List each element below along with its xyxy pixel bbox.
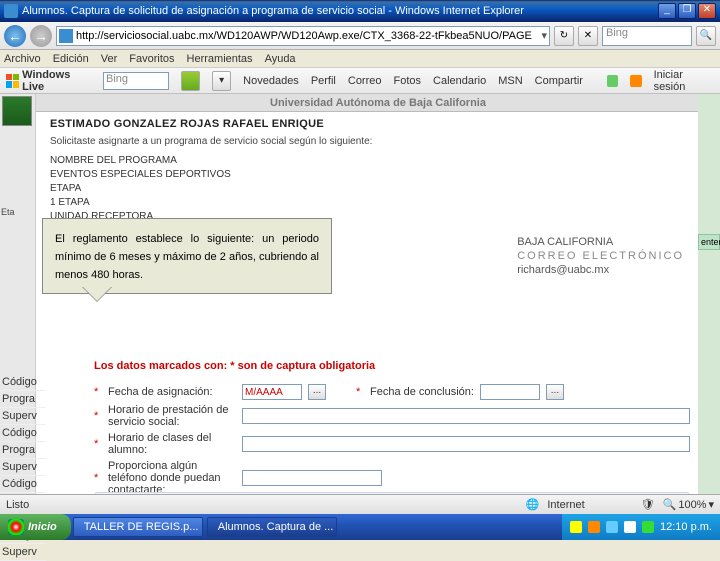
forward-button[interactable]: →	[30, 25, 52, 47]
stop-button[interactable]: ✕	[578, 26, 598, 46]
tray-icon[interactable]	[642, 521, 654, 533]
live-msn[interactable]: MSN	[498, 75, 522, 87]
clock: 12:10 p.m.	[660, 521, 712, 533]
required-star: *	[94, 386, 102, 398]
menu-favoritos[interactable]: Favoritos	[129, 53, 174, 65]
tray-icon[interactable]	[606, 521, 618, 533]
fecha-asig-input[interactable]	[242, 384, 302, 400]
address-bar[interactable]: ▾	[56, 26, 550, 46]
url-input[interactable]	[76, 30, 541, 42]
horario-clases-label: Horario de clases del alumno:	[108, 432, 236, 456]
etapa-value: 1 ETAPA	[50, 197, 706, 208]
favicon-icon	[59, 29, 73, 43]
back-button[interactable]: ←	[4, 25, 26, 47]
horario-serv-label: Horario de prestación de servicio social…	[108, 404, 236, 428]
tray-icon[interactable]	[624, 521, 636, 533]
search-box[interactable]: Bing	[602, 26, 692, 46]
live-calendario[interactable]: Calendario	[433, 75, 486, 87]
live-search[interactable]: Bing	[103, 72, 169, 90]
horario-clases-input[interactable]	[242, 436, 690, 452]
start-button[interactable]: Inicio	[0, 514, 71, 540]
close-button[interactable]: ✕	[698, 3, 716, 19]
uabc-logo	[2, 96, 32, 126]
live-novedades[interactable]: Novedades	[243, 75, 299, 87]
ie-icon	[4, 4, 18, 18]
restore-button[interactable]: ❐	[678, 3, 696, 19]
horario-serv-input[interactable]	[242, 408, 690, 424]
menu-ver[interactable]: Ver	[101, 53, 118, 65]
live-compartir[interactable]: Compartir	[535, 75, 583, 87]
live-fotos[interactable]: Fotos	[394, 75, 422, 87]
program-name: EVENTOS ESPECIALES DEPORTIVOS	[50, 169, 706, 180]
fecha-asig-picker[interactable]: ...	[308, 384, 326, 400]
window-title: Alumnos. Captura de solicitud de asignac…	[22, 5, 658, 17]
windows-flag-icon	[8, 519, 24, 535]
tray-icon[interactable]	[588, 521, 600, 533]
status-internet: Internet	[547, 499, 584, 511]
menu-herramientas[interactable]: Herramientas	[187, 53, 253, 65]
program-name-label: NOMBRE DEL PROGRAMA	[50, 155, 706, 166]
status-listo: Listo	[6, 499, 29, 511]
globe-icon: 🌐	[526, 498, 540, 511]
mail-icon[interactable]	[630, 75, 641, 87]
share-icon[interactable]	[607, 75, 618, 87]
taskbar-doc[interactable]: TALLER DE REGIS.p...	[73, 517, 203, 537]
right-green-band: enter	[698, 94, 720, 540]
live-iniciar-sesion[interactable]: Iniciar sesión	[654, 69, 714, 93]
dropdown-icon[interactable]: ▾	[541, 29, 547, 42]
menu-archivo[interactable]: Archivo	[4, 53, 41, 65]
search-go-button[interactable]: 🔍	[696, 26, 716, 46]
fecha-asig-label: Fecha de asignación:	[108, 386, 236, 398]
student-name: ESTIMADO GONZALEZ ROJAS RAFAEL ENRIQUE	[50, 118, 706, 130]
menu-ayuda[interactable]: Ayuda	[265, 53, 296, 65]
refresh-button[interactable]: ↻	[554, 26, 574, 46]
fecha-con-label: Fecha de conclusión:	[370, 386, 474, 398]
windows-live-logo: Windows Live	[6, 69, 91, 93]
tray-icon[interactable]	[570, 521, 582, 533]
regulation-callout: El reglamento establece lo siguiente: un…	[42, 218, 332, 294]
right-info: BAJA CALIFORNIA CORREO ELECTRÓNICO richa…	[517, 234, 684, 278]
protected-mode-icon: 🛡	[641, 498, 655, 511]
required-fields-note: Los datos marcados con: * son de captura…	[94, 360, 375, 372]
live-search-button[interactable]	[181, 71, 200, 91]
left-eta: Eta	[0, 206, 35, 218]
taskbar-ie[interactable]: Alumnos. Captura de ...	[207, 517, 337, 537]
fecha-con-input[interactable]	[480, 384, 540, 400]
minimize-button[interactable]: _	[658, 3, 676, 19]
fecha-con-picker[interactable]: ...	[546, 384, 564, 400]
live-correo[interactable]: Correo	[348, 75, 382, 87]
telefono-input[interactable]	[242, 470, 382, 486]
live-perfil[interactable]: Perfil	[311, 75, 336, 87]
right-tab[interactable]: enter	[698, 234, 720, 250]
zoom-control[interactable]: 🔍 100% ▾	[663, 498, 714, 511]
intro-text: Solicitaste asignarte a un programa de s…	[50, 136, 706, 147]
telefono-label: Proporciona algún teléfono donde puedan …	[108, 460, 236, 496]
live-menu-button[interactable]: ▾	[212, 71, 231, 91]
menu-edicion[interactable]: Edición	[53, 53, 89, 65]
etapa-label: ETAPA	[50, 183, 706, 194]
university-header: Universidad Autónoma de Baja California	[36, 94, 720, 112]
